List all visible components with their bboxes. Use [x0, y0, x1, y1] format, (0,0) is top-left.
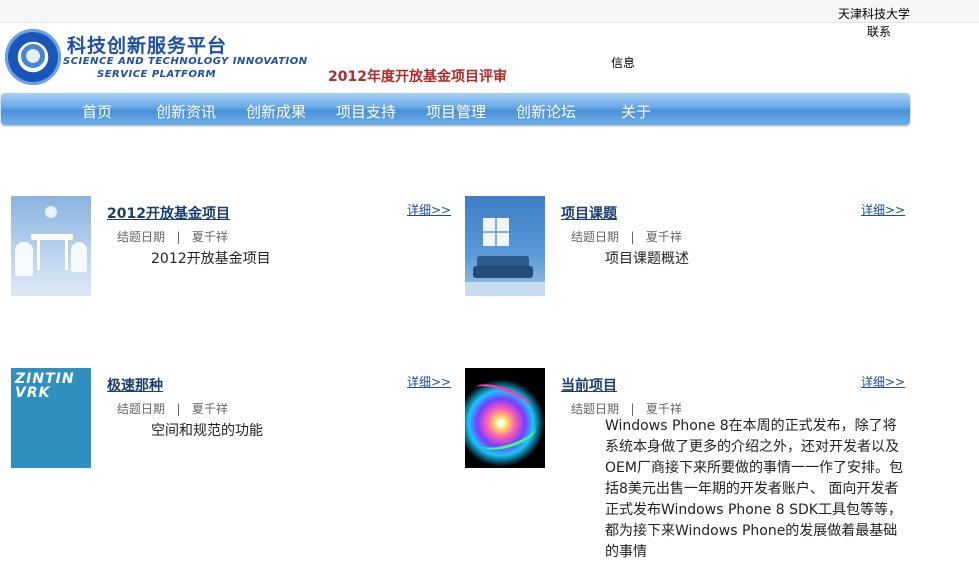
card-thumbnail[interactable]: ZINTIN VRK — [11, 368, 91, 468]
sofa-base — [473, 266, 533, 278]
detail-link[interactable]: 详细>> — [861, 373, 905, 390]
nav-home[interactable]: 首页 — [82, 101, 112, 122]
nav-innovation-results[interactable]: 创新成果 — [246, 101, 306, 122]
main-nav: 首页 创新资讯 创新成果 项目支持 项目管理 创新论坛 关于 — [1, 93, 910, 125]
card-description: 项目课题概述 — [605, 251, 689, 267]
contact-link[interactable]: 联系 — [867, 23, 891, 40]
card-meta: 结题日期 | 夏千祥 — [571, 230, 682, 244]
detail-link[interactable]: 详细>> — [407, 373, 451, 390]
card-meta: 结题日期 | 夏千祥 — [571, 402, 682, 416]
nav-innovation-news[interactable]: 创新资讯 — [156, 101, 216, 122]
card-description: 2012开放基金项目 — [151, 251, 271, 267]
window-shape — [483, 218, 509, 246]
card-title[interactable]: 当前项目 — [561, 375, 617, 395]
logo-title: 科技创新服务平台 — [67, 35, 228, 57]
nav-innovation-forum[interactable]: 创新论坛 — [516, 101, 576, 122]
light-streak — [471, 378, 535, 419]
info-link[interactable]: 信息 — [611, 54, 635, 71]
card-description: Windows Phone 8在本周的正式发布，除了将系统本身做了更多的介绍之外… — [605, 418, 903, 560]
card-thumbnail[interactable] — [465, 196, 545, 296]
card-thumbnail[interactable] — [11, 196, 91, 296]
card-title[interactable]: 极速那种 — [107, 375, 163, 395]
nav-project-management[interactable]: 项目管理 — [426, 101, 486, 122]
table-leg — [37, 240, 40, 270]
card-title[interactable]: 项目课题 — [561, 203, 617, 223]
card-meta: 结题日期 | 夏千祥 — [117, 230, 228, 244]
logo-english-line2: SERVICE PLATFORM — [97, 69, 217, 80]
lamp-shape — [45, 206, 57, 218]
top-bar — [0, 0, 979, 23]
floor-shape — [465, 282, 545, 296]
detail-link[interactable]: 详细>> — [407, 201, 451, 218]
chair-shape — [71, 242, 87, 272]
logo-emblem-center — [21, 44, 45, 68]
card-meta: 结题日期 | 夏千祥 — [117, 402, 228, 416]
nav-about[interactable]: 关于 — [621, 101, 651, 122]
card-title[interactable]: 2012开放基金项目 — [107, 203, 230, 223]
page-subtitle: 2012年度开放基金项目评审 — [328, 69, 507, 85]
thumbnail-lettering: ZINTIN VRK — [15, 371, 75, 401]
university-link[interactable]: 天津科技大学 — [838, 5, 910, 22]
card-thumbnail[interactable] — [465, 368, 545, 468]
nav-project-support[interactable]: 项目支持 — [336, 101, 396, 122]
logo-english-line1: SCIENCE AND TECHNOLOGY INNOVATION — [63, 56, 308, 67]
detail-link[interactable]: 详细>> — [861, 201, 905, 218]
light-streak — [479, 417, 539, 456]
chair-shape — [15, 242, 33, 276]
table-leg — [65, 240, 68, 270]
card-description: 空间和规范的功能 — [151, 423, 263, 439]
